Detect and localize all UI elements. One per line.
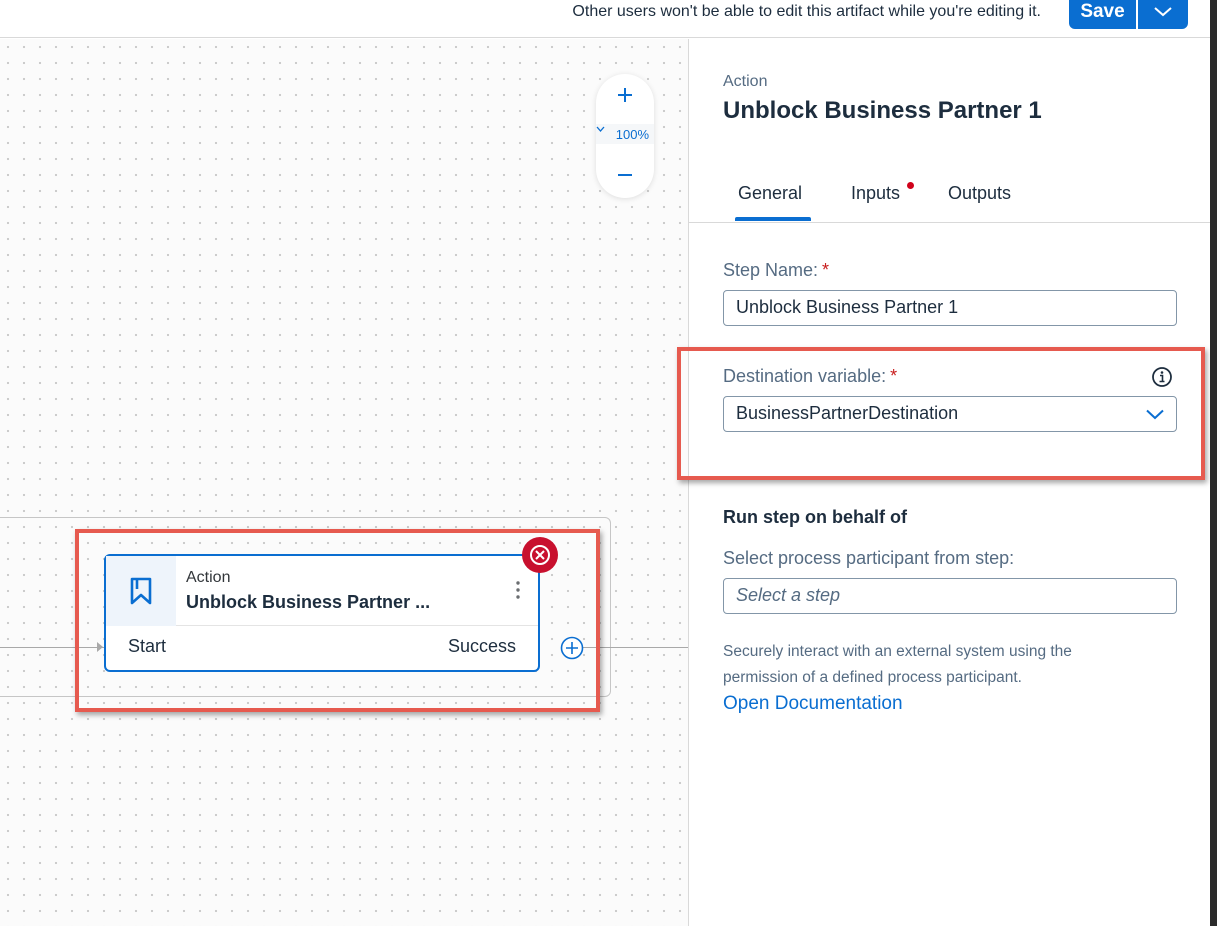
- zoom-control: 100%: [596, 74, 654, 198]
- window-edge: [1210, 0, 1217, 926]
- chevron-down-icon: [1154, 6, 1172, 16]
- run-on-behalf-heading: Run step on behalf of: [723, 507, 907, 527]
- chevron-down-icon[interactable]: [596, 126, 605, 132]
- step-name-label-text: Step Name:: [723, 260, 819, 280]
- panel-type-label: Action: [723, 73, 768, 90]
- save-options-button[interactable]: [1138, 0, 1188, 29]
- required-marker: *: [822, 260, 830, 280]
- tab-general[interactable]: General: [738, 183, 802, 204]
- save-button[interactable]: Save: [1069, 0, 1137, 29]
- behalf-description: Securely interact with an external syste…: [723, 643, 1072, 686]
- panel-title: Unblock Business Partner 1: [723, 97, 1042, 124]
- highlight-box-node: [75, 529, 600, 712]
- tab-outputs[interactable]: Outputs: [948, 183, 1011, 204]
- zoom-out-button[interactable]: [615, 162, 635, 188]
- tab-inputs[interactable]: Inputs: [851, 183, 900, 204]
- active-tab-indicator: [735, 217, 811, 221]
- minus-icon: [618, 174, 632, 176]
- step-name-input[interactable]: Unblock Business Partner 1: [723, 290, 1177, 326]
- step-name-label: Step Name: *: [723, 260, 829, 281]
- properties-panel: Action Unblock Business Partner 1 Genera…: [688, 39, 1211, 926]
- highlight-box-destination: [677, 347, 1205, 480]
- error-indicator-dot: [907, 182, 914, 189]
- zoom-in-button[interactable]: [615, 82, 635, 108]
- tab-bar: General Inputs Outputs: [689, 179, 1211, 223]
- open-documentation-link[interactable]: Open Documentation: [723, 693, 903, 715]
- participant-step-label: Select process participant from step:: [723, 548, 1015, 568]
- edit-lock-message: Other users won't be able to edit this a…: [572, 3, 1041, 20]
- top-bar: Other users won't be able to edit this a…: [0, 0, 1217, 38]
- process-canvas[interactable]: 100%: [0, 39, 688, 926]
- plus-icon: [618, 88, 632, 102]
- participant-step-select[interactable]: Select a step: [723, 578, 1177, 614]
